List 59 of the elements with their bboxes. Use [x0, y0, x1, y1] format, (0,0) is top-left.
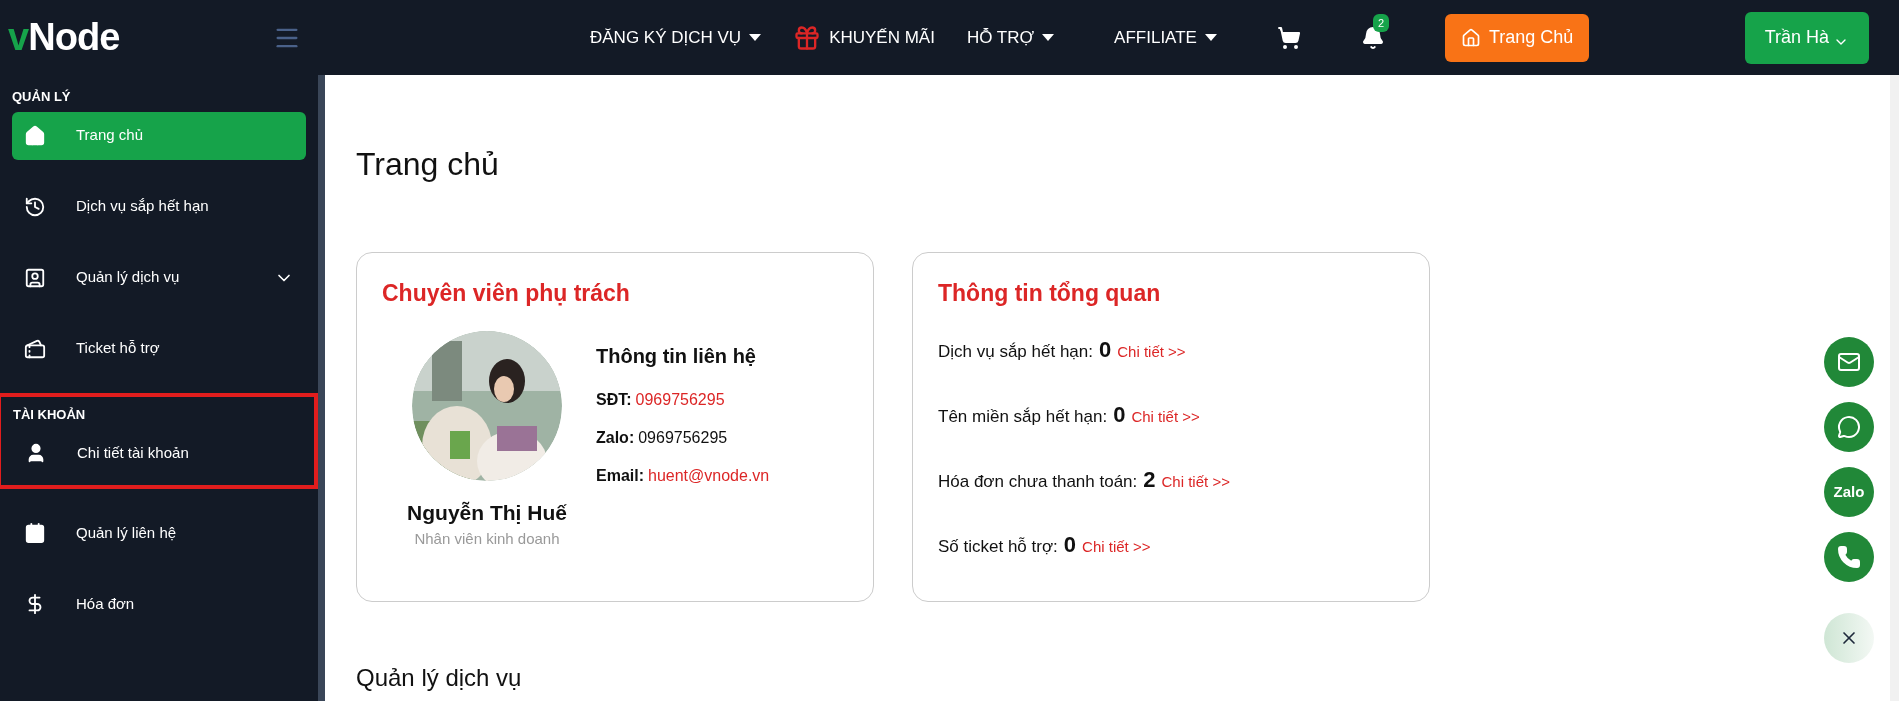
- details-link[interactable]: Chi tiết >>: [1082, 535, 1151, 558]
- stat-label: Tên miền sắp hết hạn:: [938, 405, 1108, 428]
- logo[interactable]: vNode: [8, 9, 120, 66]
- sidebar-item[interactable]: Dịch vụ sắp hết hạn: [12, 182, 306, 231]
- sidebar-item[interactable]: Hóa đơn: [12, 580, 306, 628]
- nav-menu-item[interactable]: AFFILIATE: [1114, 24, 1217, 51]
- zalo-button[interactable]: Zalo: [1824, 467, 1874, 517]
- home-icon: [1460, 27, 1481, 48]
- chat-bubble-icon: [1837, 415, 1861, 439]
- close-button[interactable]: [1824, 613, 1874, 663]
- contact-heading: Thông tin liên hệ: [596, 343, 757, 369]
- page-title: Trang chủ: [356, 145, 500, 184]
- sidebar-item[interactable]: Chi tiết tài khoản: [13, 429, 302, 477]
- notification-icon[interactable]: [1360, 25, 1385, 50]
- details-link[interactable]: Chi tiết >>: [1131, 405, 1200, 428]
- nav-menu-item[interactable]: ĐĂNG KÝ DỊCH VỤ: [590, 24, 762, 51]
- details-link[interactable]: Chi tiết >>: [1117, 340, 1186, 363]
- stat-label: Dịch vụ sắp hết hạn:: [938, 340, 1093, 363]
- tickets-icon: [24, 337, 46, 360]
- card-title: Chuyên viên phụ trách: [382, 279, 631, 308]
- caret-icon: [1204, 33, 1217, 42]
- sidebar-item[interactable]: Quản lý liên hệ: [12, 509, 306, 557]
- mail-button[interactable]: [1824, 337, 1874, 387]
- nav-menu-item[interactable]: HỖ TRỢ: [966, 24, 1055, 51]
- section-title: Quản lý dịch vụ: [356, 663, 523, 693]
- messenger-button[interactable]: [1824, 402, 1874, 452]
- field-label: SĐT:: [596, 389, 632, 410]
- phone-icon: [1837, 545, 1861, 569]
- phone-button[interactable]: [1824, 532, 1874, 582]
- advisor-name: Nguyễn Thị Huế: [407, 499, 567, 526]
- advisor-role: Nhân viên kinh doanh: [414, 529, 560, 549]
- contact-link[interactable]: 0969756295: [635, 387, 725, 412]
- section-heading: QUẢN LÝ: [11, 88, 72, 106]
- history-icon: [24, 195, 46, 218]
- stat-count: 0: [1113, 400, 1126, 429]
- field-label: Zalo:: [596, 427, 635, 448]
- mail-icon: [1837, 350, 1861, 374]
- sidebar-item[interactable]: Quản lý dịch vụ: [12, 253, 306, 302]
- portrait-icon: [24, 266, 46, 289]
- stat-count: 0: [1063, 530, 1077, 559]
- details-link[interactable]: Chi tiết >>: [1161, 470, 1230, 493]
- nav-menu-item[interactable]: KHUYẾN MÃI: [793, 23, 935, 52]
- card-title: Thông tin tổng quan: [938, 279, 1162, 308]
- caret-icon: [749, 33, 762, 42]
- cart-icon[interactable]: [1276, 25, 1301, 50]
- stat-label: Hóa đơn chưa thanh toán:: [938, 470, 1138, 493]
- notification-badge: 2: [1372, 13, 1390, 32]
- section-heading: TÀI KHOẢN: [12, 405, 87, 424]
- scrollbar[interactable]: [318, 75, 325, 701]
- sidebar-item[interactable]: Ticket hỗ trợ: [12, 324, 306, 373]
- field-value: 0969756295: [638, 427, 728, 448]
- home-icon: [24, 124, 46, 147]
- caret-icon: [1042, 33, 1055, 42]
- gift-icon: [793, 23, 822, 52]
- stat-label: Số ticket hỗ trợ:: [938, 535, 1058, 558]
- contact-link[interactable]: huent@vnode.vn: [648, 463, 770, 488]
- stat-count: 0: [1099, 335, 1112, 364]
- stat-count: 2: [1143, 465, 1156, 494]
- field-label: Email:: [596, 465, 644, 486]
